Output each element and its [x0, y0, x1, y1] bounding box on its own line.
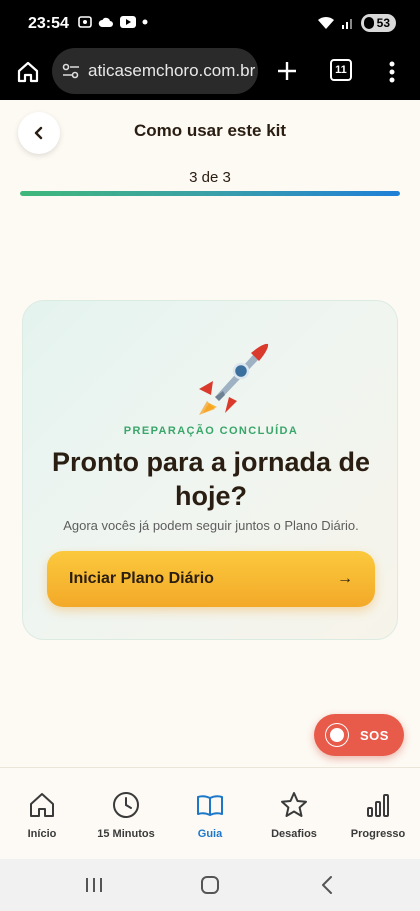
status-time: 23:54: [28, 15, 69, 32]
nav-item-guia[interactable]: Guia: [168, 768, 252, 859]
address-bar[interactable]: aticasemchoro.com.br: [52, 48, 258, 94]
clock-icon: [113, 792, 139, 818]
site-settings-icon[interactable]: [62, 63, 80, 79]
sos-button[interactable]: SOS: [314, 714, 404, 756]
cloud-icon: [98, 17, 113, 27]
home-icon: [30, 793, 54, 817]
browser-toolbar: aticasemchoro.com.br 11: [0, 46, 420, 100]
cta-label: Iniciar Plano Diário: [69, 570, 214, 587]
start-daily-plan-button[interactable]: Iniciar Plano Diário →: [47, 551, 375, 607]
status-bar: 23:54 53: [0, 0, 420, 46]
step-counter: 3 de 3: [189, 169, 231, 186]
completion-card: PREPARAÇÃO CONCLUÍDA Pronto para a jorna…: [22, 300, 398, 640]
tab-switcher-button[interactable]: 11: [330, 59, 352, 81]
rocket-icon: [199, 343, 269, 415]
progress-fill: [20, 191, 400, 196]
browser-home-icon[interactable]: [14, 58, 42, 86]
recent-apps-icon[interactable]: [82, 873, 106, 897]
lifebuoy-icon: [325, 723, 349, 747]
card-title: Pronto para a jornada de hoje?: [51, 447, 371, 511]
nav-label: Desafios: [271, 828, 317, 840]
nav-label: Progresso: [350, 828, 406, 840]
arrow-right-icon: →: [337, 570, 353, 587]
nav-item-progresso[interactable]: Progresso: [336, 768, 420, 859]
system-icons: 53: [317, 14, 396, 32]
url-text: aticasemchoro.com.br: [88, 61, 256, 80]
nav-item-inicio[interactable]: Início: [0, 768, 84, 859]
dot-icon: [142, 19, 148, 25]
notification-icons: [78, 15, 148, 29]
new-tab-icon[interactable]: [272, 56, 302, 86]
nav-item-desafios[interactable]: Desafios: [252, 768, 336, 859]
bottom-navigation: Início 15 Minutos Guia Desafios Progress…: [0, 767, 420, 859]
system-back-icon[interactable]: [316, 873, 340, 897]
nav-label: 15 Minutos: [97, 828, 155, 840]
progress-bar: [20, 191, 400, 196]
wifi-icon: [317, 16, 334, 29]
nav-label: Guia: [197, 828, 223, 840]
card-subtitle: Agora vocês já podem seguir juntos o Pla…: [63, 518, 359, 533]
page-title: Como usar este kit: [133, 121, 287, 140]
battery-indicator: 53: [360, 14, 396, 32]
nav-item-15-minutos[interactable]: 15 Minutos: [84, 768, 168, 859]
sos-label: SOS: [360, 727, 389, 743]
system-home-icon[interactable]: [198, 873, 222, 897]
system-navigation-bar: [0, 859, 420, 911]
card-kicker: PREPARAÇÃO CONCLUÍDA: [123, 425, 299, 437]
signal-icon: [341, 19, 352, 29]
more-options-icon[interactable]: [384, 58, 400, 86]
nav-label: Início: [27, 828, 57, 840]
star-icon: [281, 792, 307, 817]
book-icon: [197, 795, 223, 816]
youtube-icon: [120, 16, 136, 28]
screen-record-icon: [78, 16, 92, 28]
bar-chart-icon: [367, 794, 389, 817]
